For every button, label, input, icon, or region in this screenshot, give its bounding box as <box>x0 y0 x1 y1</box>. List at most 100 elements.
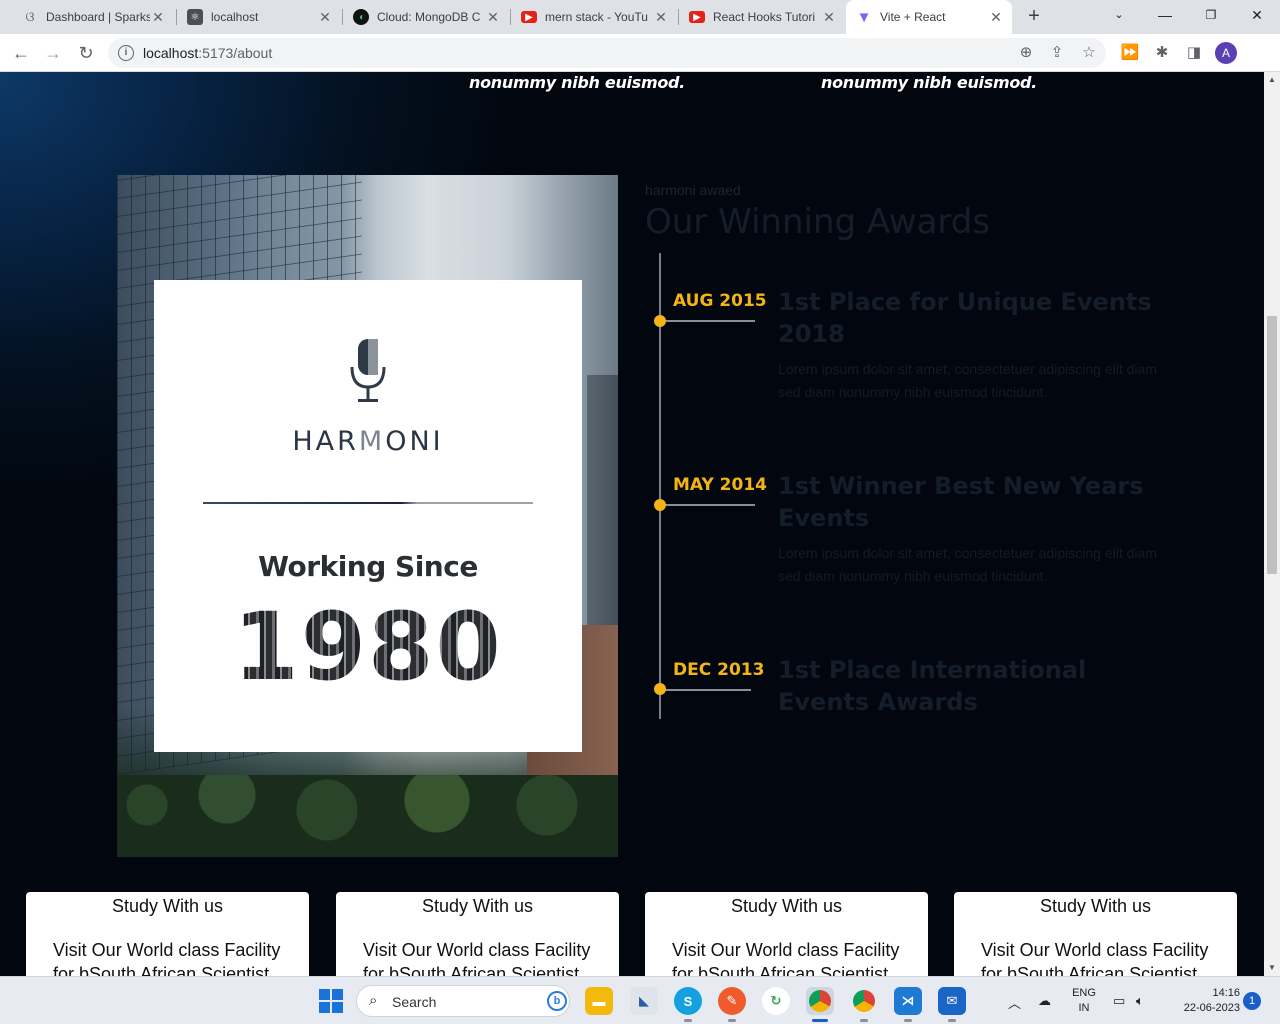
awards-heading: Our Winning Awards <box>645 202 991 242</box>
study-card[interactable]: Study With us Visit Our World class Faci… <box>954 892 1237 976</box>
app-icon[interactable]: ◣ <box>630 987 658 1015</box>
tab-search-chevron-icon[interactable]: ⌄ <box>1096 0 1142 32</box>
scrollbar-thumb[interactable] <box>1267 316 1277 574</box>
page-viewport: nonummy nibh euismod. nonummy nibh euism… <box>0 72 1264 976</box>
award-description: Lorem ipsum dolor sit amet, consectetuer… <box>778 545 1157 584</box>
clock[interactable]: 14:16 22-06-2023 <box>1164 986 1240 1016</box>
study-card[interactable]: Study With us Visit Our World class Faci… <box>336 892 619 976</box>
reload-button[interactable]: ↻ <box>72 39 100 67</box>
clock-date: 22-06-2023 <box>1183 1002 1240 1014</box>
restore-button[interactable]: ❐ <box>1188 0 1234 32</box>
award-date: MAY 2014 <box>673 475 767 495</box>
tab-title: Dashboard | Sparks <box>46 10 150 24</box>
close-tab-icon[interactable]: ✕ <box>317 9 333 26</box>
study-card-description: Visit Our World class Facility for bSout… <box>53 940 281 976</box>
tab-dashboard-sparks[interactable]: ଓ Dashboard | Sparks ✕ <box>12 0 174 34</box>
tab-title: Cloud: MongoDB C <box>377 10 481 24</box>
date-underline <box>660 320 755 322</box>
tab-vite-react[interactable]: ▼ Vite + React ✕ <box>846 0 1012 34</box>
url-text: localhost:5173/about <box>143 45 272 61</box>
study-card-title: Study With us <box>1039 896 1152 916</box>
brand-part: M <box>358 426 386 457</box>
site-info-icon[interactable]: i <box>118 45 134 61</box>
search-label: Search <box>392 994 437 1010</box>
harmoni-card: HARMONI Working Since 1980 <box>154 280 582 752</box>
skype-icon[interactable]: S <box>674 987 702 1015</box>
vscode-icon[interactable]: ⋊ <box>894 987 922 1015</box>
close-tab-icon[interactable]: ✕ <box>485 9 501 26</box>
profile-avatar[interactable]: A <box>1215 42 1237 64</box>
tab-localhost[interactable]: ⚛ localhost ✕ <box>177 0 341 34</box>
back-button[interactable]: ← <box>7 39 35 67</box>
notification-badge[interactable]: 1 <box>1243 992 1261 1010</box>
tab-mongodb[interactable]: ◖ Cloud: MongoDB C ✕ <box>343 0 509 34</box>
app-refresh-icon[interactable]: ↻ <box>762 987 790 1015</box>
language-code: ENG <box>1072 987 1096 999</box>
study-card[interactable]: Study With us Visit Our World class Faci… <box>26 892 309 976</box>
running-indicator <box>904 1019 912 1022</box>
running-indicator <box>684 1019 692 1022</box>
clock-time: 14:16 <box>1212 987 1240 999</box>
extensions-puzzle-icon[interactable]: ✱ <box>1152 43 1172 63</box>
tab-youtube-react-hooks[interactable]: ▶ React Hooks Tutori ✕ <box>679 0 845 34</box>
scroll-down-arrow-icon[interactable]: ▼ <box>1264 960 1280 976</box>
close-tab-icon[interactable]: ✕ <box>653 9 669 26</box>
page-scrollbar[interactable]: ▲ ▼ <box>1264 72 1280 976</box>
tray-overflow-icon[interactable]: ︿ <box>1008 993 1021 1012</box>
date-underline <box>660 689 751 691</box>
zoom-icon[interactable]: ⊕ <box>1016 44 1036 62</box>
top-quote-text: nonummy nibh euismod. <box>821 73 1037 92</box>
mail-icon[interactable]: ✉ <box>938 987 966 1015</box>
windows-taskbar: ⌕ Search b ▬ ◣ S ✎ ↻ ⋊ ✉ ︿ ☁ ENG IN ▭ 🔈︎ … <box>0 976 1280 1024</box>
running-indicator <box>948 1019 956 1022</box>
scroll-up-arrow-icon[interactable]: ▲ <box>1264 72 1280 88</box>
brand-part: HAR <box>292 426 359 457</box>
study-card-description: Visit Our World class Facility for bSout… <box>672 940 900 976</box>
brand-part: ONI <box>385 426 444 457</box>
windows-start-icon[interactable] <box>319 989 343 1013</box>
tab-title: Vite + React <box>880 10 946 24</box>
tab-title: mern stack - YouTu <box>545 10 648 24</box>
new-tab-button[interactable]: + <box>1022 5 1046 29</box>
timeline-dot <box>654 683 666 695</box>
chrome-icon[interactable] <box>850 987 878 1015</box>
award-title: 1st Place for Unique Events 2018 <box>778 288 1152 348</box>
bing-icon[interactable]: b <box>547 991 567 1011</box>
trees <box>117 775 618 857</box>
browser-tab-strip: ଓ Dashboard | Sparks ✕ ⚛ localhost ✕ ◖ C… <box>0 0 1280 34</box>
timeline-dot <box>654 499 666 511</box>
mongodb-leaf-icon: ◖ <box>353 9 369 25</box>
network-icon[interactable]: ▭ <box>1113 993 1125 1009</box>
award-description: Lorem ipsum dolor sit amet, consectetuer… <box>778 361 1157 400</box>
volume-icon[interactable]: 🔈︎ <box>1136 993 1144 1009</box>
chrome-profile-a-icon[interactable] <box>806 987 834 1015</box>
extension-red-icon[interactable]: ⏩ <box>1120 43 1140 63</box>
founding-year: 1980 <box>154 598 582 698</box>
bookmark-star-icon[interactable]: ☆ <box>1079 44 1099 62</box>
close-tab-icon[interactable]: ✕ <box>821 9 837 26</box>
share-icon[interactable]: ⇪ <box>1047 44 1067 62</box>
study-card[interactable]: Study With us Visit Our World class Faci… <box>645 892 928 976</box>
postman-icon[interactable]: ✎ <box>718 987 746 1015</box>
tab-youtube-mern[interactable]: ▶ mern stack - YouTu ✕ <box>511 0 677 34</box>
sparks-icon: ଓ <box>25 9 35 24</box>
top-quote-text: nonummy nibh euismod. <box>469 73 685 92</box>
language-indicator[interactable]: ENG IN <box>1068 986 1100 1016</box>
close-tab-icon[interactable]: ✕ <box>988 9 1004 26</box>
search-icon: ⌕ <box>369 992 378 1009</box>
date-underline <box>660 504 755 506</box>
onedrive-cloud-icon[interactable]: ☁ <box>1038 993 1051 1009</box>
study-card-description: Visit Our World class Facility for bSout… <box>981 940 1209 976</box>
address-bar[interactable]: i localhost:5173/about ⊕ ⇪ ☆ <box>108 38 1106 68</box>
file-explorer-icon[interactable]: ▬ <box>585 987 613 1015</box>
close-window-button[interactable]: ✕ <box>1234 0 1280 32</box>
vite-icon: ▼ <box>856 8 872 26</box>
award-date: AUG 2015 <box>673 291 767 311</box>
close-tab-icon[interactable]: ✕ <box>150 9 166 26</box>
forward-button[interactable]: → <box>39 39 67 67</box>
harmoni-logo-text: HARMONI <box>154 426 582 457</box>
timeline-dot <box>654 315 666 327</box>
side-panel-icon[interactable]: ◨ <box>1184 43 1204 63</box>
minimize-button[interactable]: — <box>1142 0 1188 32</box>
taskbar-search[interactable]: ⌕ Search b <box>356 985 570 1017</box>
